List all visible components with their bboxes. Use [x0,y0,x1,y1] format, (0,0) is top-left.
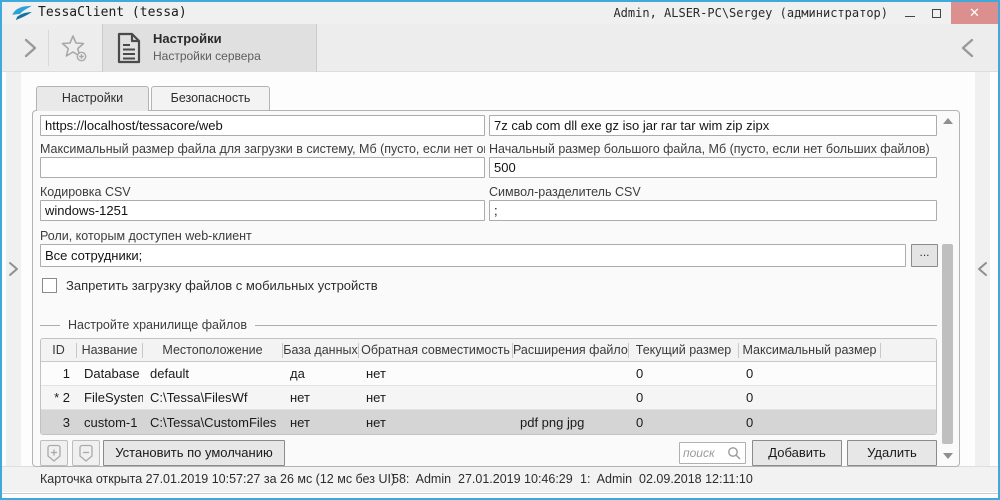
delete-button[interactable]: Удалить [847,440,937,466]
storage-table-header: ID Название Местоположение База данных О… [41,339,936,362]
forbid-mobile-upload-label: Запретить загрузку файлов с мобильных ус… [66,278,378,293]
table-search [679,442,746,464]
search-input[interactable] [683,444,727,462]
user-info: Admin, ALSER-PC\Sergey (администратор) [613,6,888,20]
add-button[interactable]: Добавить [752,440,842,466]
max-file-size-input[interactable] [40,157,485,178]
toolbar: Настройки Настройки сервера [2,24,998,72]
scroll-down-icon[interactable] [943,453,953,459]
bottom-divider [2,493,998,494]
forbid-mobile-upload-checkbox[interactable] [42,278,57,293]
csv-separator-input[interactable] [489,200,937,221]
search-icon[interactable] [727,446,742,461]
window-title: TessaClient (tessa) [38,5,187,20]
tab-security[interactable]: Безопасность [151,86,270,110]
add-permission-button[interactable] [40,440,68,466]
csv-encoding-input[interactable] [40,200,485,221]
scroll-up-icon[interactable] [943,118,953,124]
web-address-input[interactable] [40,115,485,136]
col-extensions[interactable]: Расширения файлов [513,343,629,358]
shield-plus-icon [46,444,62,462]
chevron-left-icon [977,261,988,277]
table-row-selected[interactable]: 3 custom-1 C:\Tessa\CustomFiles нет нет … [41,410,936,434]
table-row[interactable]: * 2 FileSystem C:\Tessa\FilesWf нет нет … [41,386,936,410]
web-roles-input[interactable] [40,244,906,267]
storage-group-title: Настройте хранилище файлов [40,318,937,332]
card-tab-settings[interactable]: Настройки Настройки сервера [102,24,317,72]
col-id[interactable]: ID [41,343,77,358]
col-compat[interactable]: Обратная совместимость [359,343,513,358]
right-panel-expander[interactable] [975,72,990,466]
tab-settings[interactable]: Настройки [36,86,149,111]
remove-permission-button[interactable] [72,440,100,466]
status-modified: 58: Admin 27.01.2019 10:46:29 [392,472,573,486]
close-icon: ✕ [969,7,980,20]
storage-table: ID Название Местоположение База данных О… [40,338,937,435]
status-created: 1: Admin 02.09.2018 12:11:10 [580,472,753,486]
left-panel-expander[interactable] [6,72,21,466]
card-tab-subtitle: Настройки сервера [153,49,261,63]
collapse-right-icon[interactable] [956,36,980,60]
minimize-icon [905,16,915,17]
card-tab-title: Настройки [153,31,222,46]
add-favorite-icon[interactable] [58,32,90,64]
expand-menu-icon[interactable] [18,36,42,60]
app-window: TessaClient (tessa) Admin, ALSER-PC\Serg… [0,0,1000,500]
large-file-size-label: Начальный размер большого файла, Мб (пус… [489,142,937,156]
title-bar: TessaClient (tessa) Admin, ALSER-PC\Serg… [2,2,998,24]
scroll-thumb[interactable] [942,244,953,444]
col-location[interactable]: Местоположение [143,343,283,358]
csv-separator-label: Символ-разделитель CSV [489,185,937,199]
set-default-button[interactable]: Установить по умолчанию [103,440,285,466]
col-database[interactable]: База данных [283,343,359,358]
csv-encoding-label: Кодировка CSV [40,185,485,199]
maximize-icon [932,9,941,18]
col-current-size[interactable]: Текущий размер [629,343,739,358]
chevron-right-icon [8,261,19,277]
col-name[interactable]: Название [77,343,143,358]
status-bar: Карточка открыта 27.01.2019 10:57:27 за … [2,466,998,492]
document-icon [116,32,142,64]
table-row[interactable]: 1 Database default да нет 0 0 [41,362,936,386]
web-roles-browse-button[interactable]: ... [911,244,938,267]
vertical-scrollbar[interactable] [941,114,955,463]
minimize-button[interactable] [897,2,923,24]
tessa-logo-icon [11,5,33,21]
maximize-button[interactable] [923,2,949,24]
close-button[interactable]: ✕ [951,2,998,24]
large-file-size-input[interactable] [489,157,937,178]
col-max-size[interactable]: Максимальный размер [739,343,881,358]
shield-minus-icon [78,444,94,462]
web-roles-label: Роли, которым доступен web-клиент [40,229,252,243]
settings-panel: Максимальный размер файла для загрузки в… [32,110,960,467]
status-card-opened: Карточка открыта 27.01.2019 10:57:27 за … [40,472,395,486]
toolbar-separator [48,30,49,66]
max-file-size-label: Максимальный размер файла для загрузки в… [40,142,485,156]
forbidden-extensions-input[interactable] [489,115,937,136]
